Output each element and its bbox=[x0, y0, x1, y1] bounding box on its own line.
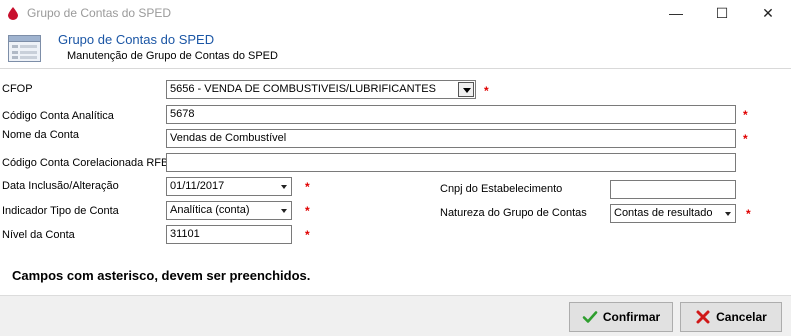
indicador-tipo-select[interactable]: Analítica (conta) bbox=[166, 201, 292, 220]
nome-conta-label: Nome da Conta bbox=[2, 129, 80, 141]
cancel-x-icon bbox=[696, 310, 710, 324]
form-header: Grupo de Contas do SPED Manutenção de Gr… bbox=[0, 27, 791, 69]
close-button[interactable]: ✕ bbox=[745, 0, 791, 27]
minimize-button[interactable]: — bbox=[653, 0, 699, 27]
chevron-down-icon[interactable] bbox=[281, 209, 287, 213]
app-drop-icon bbox=[8, 7, 18, 20]
chevron-down-icon[interactable] bbox=[458, 82, 474, 97]
window-titlebar: Grupo de Contas do SPED — ☐ ✕ bbox=[0, 0, 791, 27]
codigo-conta-label: Código Conta Analítica bbox=[2, 110, 114, 122]
required-marker: * bbox=[743, 132, 748, 146]
confirm-label: Confirmar bbox=[602, 310, 661, 324]
cfop-label: CFOP bbox=[2, 83, 33, 95]
required-marker: * bbox=[484, 84, 489, 98]
required-marker: * bbox=[746, 207, 751, 221]
codigo-conta-input[interactable]: 5678 bbox=[166, 105, 736, 124]
required-fields-notice: Campos com asterisco, devem ser preenchi… bbox=[12, 268, 311, 283]
data-inclusao-datepicker[interactable]: 01/11/2017 bbox=[166, 177, 292, 196]
cfop-select[interactable]: 5656 - VENDA DE COMBUSTIVEIS/LUBRIFICANT… bbox=[166, 80, 476, 99]
required-marker: * bbox=[305, 180, 310, 194]
required-marker: * bbox=[743, 108, 748, 122]
natureza-select[interactable]: Contas de resultado bbox=[610, 204, 736, 223]
codigo-rfb-input[interactable] bbox=[166, 153, 736, 172]
window-title: Grupo de Contas do SPED bbox=[27, 6, 172, 20]
required-marker: * bbox=[305, 204, 310, 218]
cnpj-input[interactable] bbox=[610, 180, 736, 199]
cfop-value: 5656 - VENDA DE COMBUSTIVEIS/LUBRIFICANT… bbox=[170, 83, 436, 95]
data-inclusao-label: Data Inclusão/Alteração bbox=[2, 180, 119, 192]
nivel-label: Nível da Conta bbox=[2, 229, 75, 241]
data-inclusao-value: 01/11/2017 bbox=[170, 180, 225, 192]
nivel-input[interactable]: 31101 bbox=[166, 225, 292, 244]
natureza-label: Natureza do Grupo de Contas bbox=[440, 207, 587, 219]
natureza-value: Contas de resultado bbox=[614, 207, 713, 219]
checkmark-icon bbox=[582, 311, 598, 323]
nome-conta-input[interactable]: Vendas de Combustível bbox=[166, 129, 736, 148]
cancel-label: Cancelar bbox=[716, 310, 767, 324]
cnpj-label: Cnpj do Estabelecimento bbox=[440, 183, 563, 195]
form-list-icon bbox=[8, 35, 41, 62]
confirm-button[interactable]: Confirmar bbox=[569, 302, 673, 332]
cancel-button[interactable]: Cancelar bbox=[680, 302, 782, 332]
indicador-tipo-label: Indicador Tipo de Conta bbox=[2, 205, 119, 217]
chevron-down-icon[interactable] bbox=[725, 212, 731, 216]
maximize-button[interactable]: ☐ bbox=[699, 0, 745, 27]
chevron-down-icon[interactable] bbox=[281, 185, 287, 189]
required-marker: * bbox=[305, 228, 310, 242]
button-bar: Confirmar Cancelar bbox=[0, 295, 791, 336]
indicador-tipo-value: Analítica (conta) bbox=[170, 204, 250, 216]
page-subtitle: Manutenção de Grupo de Contas do SPED bbox=[67, 50, 278, 62]
codigo-rfb-label: Código Conta Corelacionada RFB bbox=[2, 157, 169, 169]
page-title: Grupo de Contas do SPED bbox=[58, 32, 215, 47]
